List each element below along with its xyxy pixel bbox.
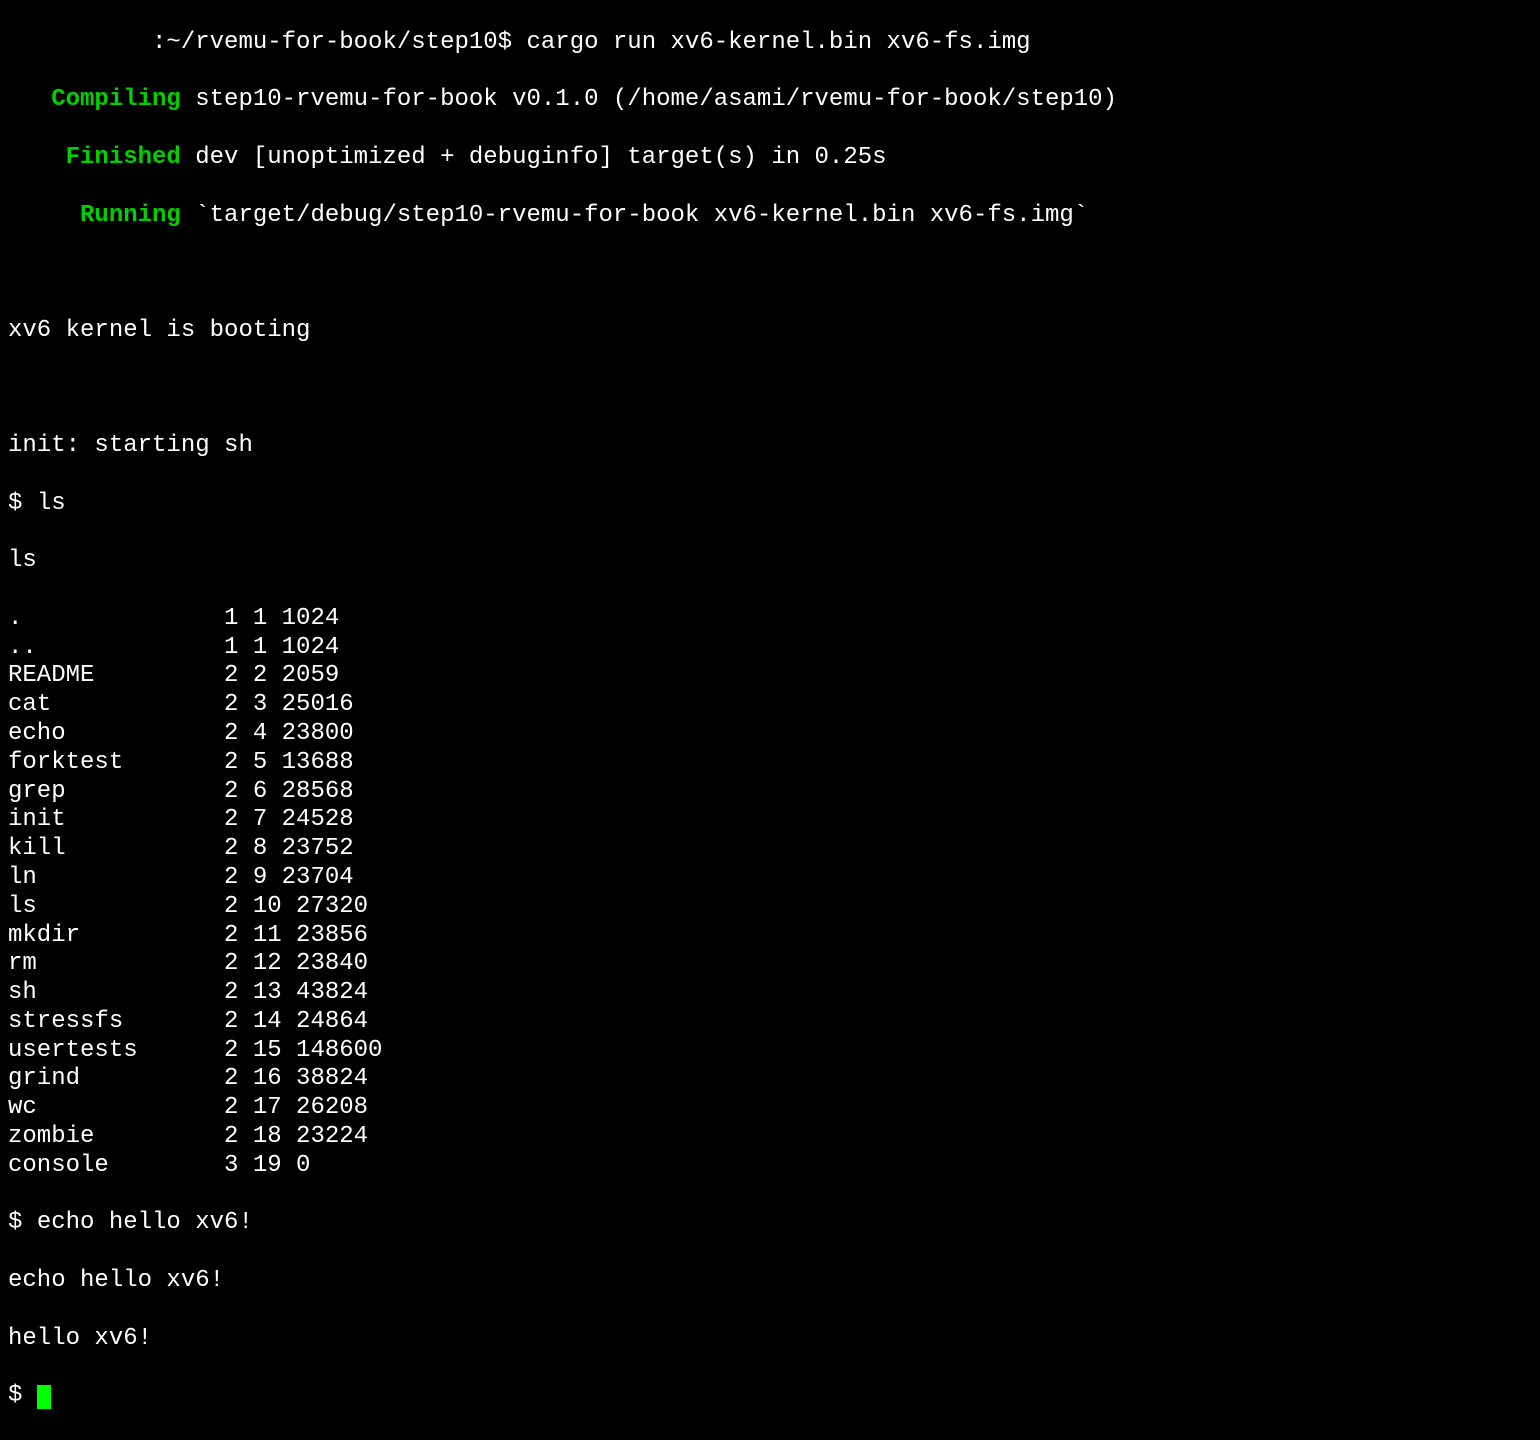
file-row: rm 2 12 23840 <box>8 950 1532 979</box>
file-row: stressfs 2 14 24864 <box>8 1008 1532 1037</box>
finished-line: Finished dev [unoptimized + debuginfo] t… <box>8 144 1532 173</box>
boot-message: xv6 kernel is booting <box>8 317 1532 346</box>
shell-prompt: $ <box>8 1209 37 1236</box>
file-row: ls 2 10 27320 <box>8 893 1532 922</box>
file-row: sh 2 13 43824 <box>8 979 1532 1008</box>
file-row: . 1 1 1024 <box>8 605 1532 634</box>
file-row: wc 2 17 26208 <box>8 1094 1532 1123</box>
echo-output: hello xv6! <box>8 1325 1532 1354</box>
file-row: grind 2 16 38824 <box>8 1065 1532 1094</box>
compiling-line: Compiling step10-rvemu-for-book v0.1.0 (… <box>8 86 1532 115</box>
file-row: grep 2 6 28568 <box>8 778 1532 807</box>
ls-echo: ls <box>8 547 1532 576</box>
compiling-text: step10-rvemu-for-book v0.1.0 (/home/asam… <box>181 86 1117 113</box>
echo-command: echo hello xv6! <box>37 1209 253 1236</box>
echo-command-line: $ echo hello xv6! <box>8 1209 1532 1238</box>
ls-command: ls <box>37 490 66 517</box>
shell-prompt: $ <box>8 490 37 517</box>
running-line: Running `target/debug/step10-rvemu-for-b… <box>8 202 1532 231</box>
finished-text: dev [unoptimized + debuginfo] target(s) … <box>181 144 887 171</box>
prompt-prefix: :~/rvemu-for-book/step10$ <box>8 29 526 56</box>
terminal-output[interactable]: :~/rvemu-for-book/step10$ cargo run xv6-… <box>0 0 1540 1440</box>
file-row: zombie 2 18 23224 <box>8 1123 1532 1152</box>
file-row: ln 2 9 23704 <box>8 864 1532 893</box>
file-row: .. 1 1 1024 <box>8 634 1532 663</box>
file-row: console 3 19 0 <box>8 1152 1532 1181</box>
final-prompt-line: $ <box>8 1382 1532 1411</box>
blank-line <box>8 374 1532 403</box>
compiling-label: Compiling <box>8 86 181 113</box>
file-row: init 2 7 24528 <box>8 806 1532 835</box>
shell-prompt: $ <box>8 1382 37 1409</box>
init-message: init: starting sh <box>8 432 1532 461</box>
finished-label: Finished <box>8 144 181 171</box>
file-row: echo 2 4 23800 <box>8 720 1532 749</box>
echo-echo: echo hello xv6! <box>8 1267 1532 1296</box>
file-row: forktest 2 5 13688 <box>8 749 1532 778</box>
command-prompt-line: :~/rvemu-for-book/step10$ cargo run xv6-… <box>8 29 1532 58</box>
ls-command-line: $ ls <box>8 490 1532 519</box>
file-row: usertests 2 15 148600 <box>8 1037 1532 1066</box>
file-row: README 2 2 2059 <box>8 662 1532 691</box>
blank-line <box>8 259 1532 288</box>
running-label: Running <box>8 202 181 229</box>
running-text: `target/debug/step10-rvemu-for-book xv6-… <box>181 202 1088 229</box>
file-row: mkdir 2 11 23856 <box>8 922 1532 951</box>
file-row: kill 2 8 23752 <box>8 835 1532 864</box>
cursor-icon <box>37 1385 51 1409</box>
cargo-command: cargo run xv6-kernel.bin xv6-fs.img <box>526 29 1030 56</box>
ls-output-list: . 1 1 1024.. 1 1 1024README 2 2 2059cat … <box>8 605 1532 1181</box>
file-row: cat 2 3 25016 <box>8 691 1532 720</box>
